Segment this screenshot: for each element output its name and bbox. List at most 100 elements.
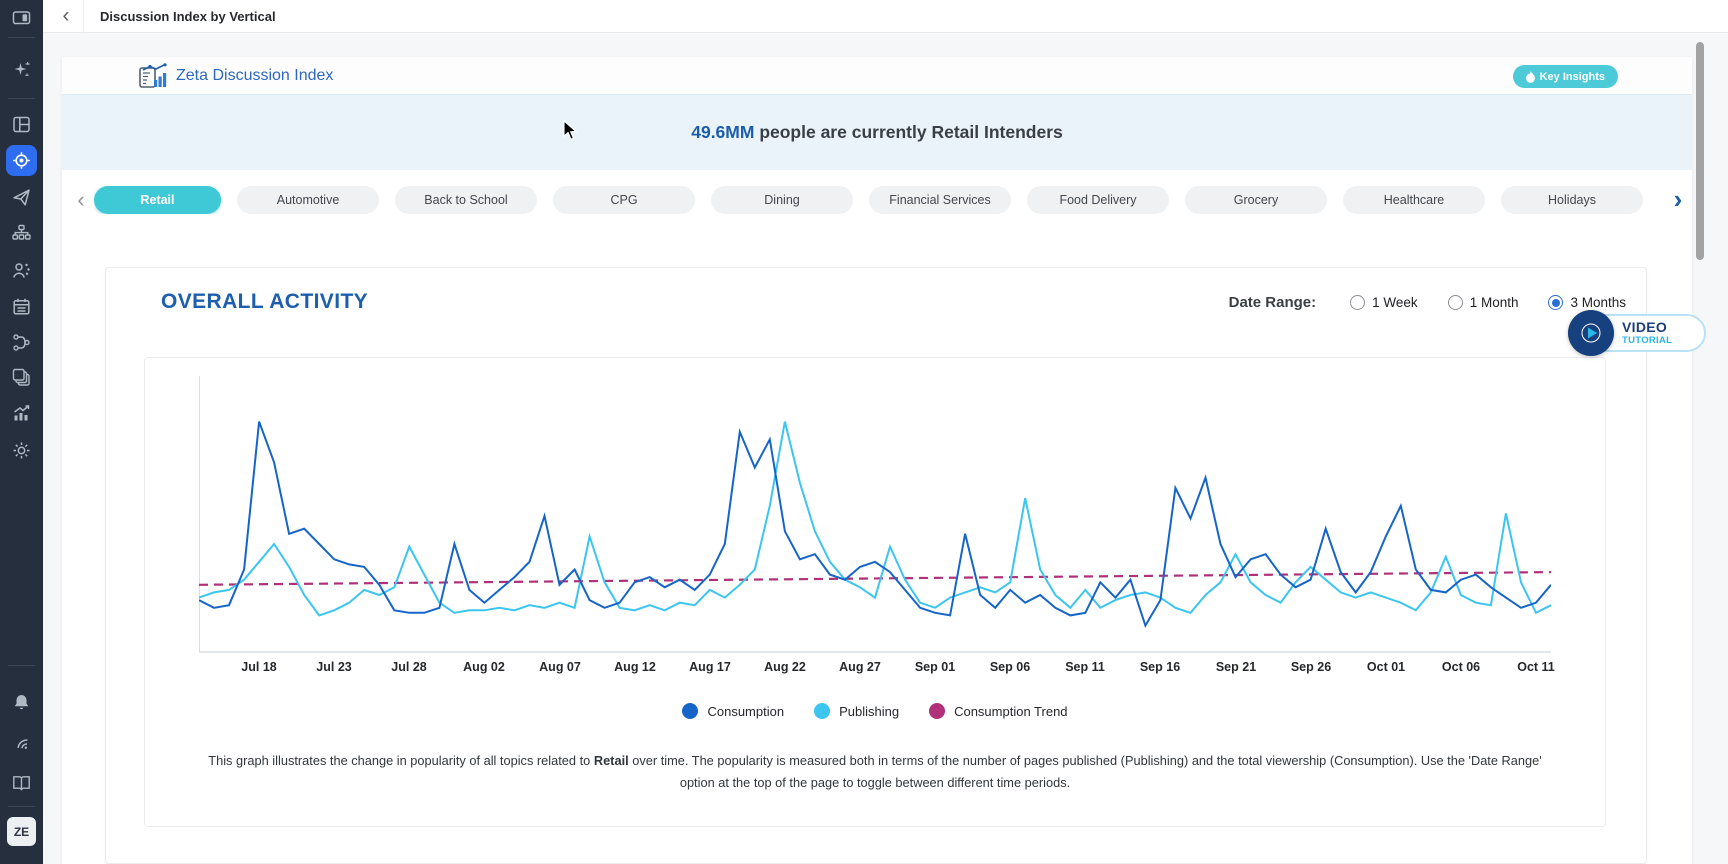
tab-automotive[interactable]: Automotive bbox=[237, 186, 379, 214]
signal-icon[interactable] bbox=[12, 733, 31, 752]
radio-label: 1 Month bbox=[1470, 295, 1519, 310]
chart-legend: Consumption Publishing Consumption Trend bbox=[145, 703, 1605, 719]
intenders-text: people are currently Retail Intenders bbox=[754, 122, 1062, 142]
radio-circle[interactable] bbox=[1350, 295, 1365, 310]
x-tick-label: Aug 02 bbox=[463, 660, 505, 674]
sparkles-icon[interactable] bbox=[12, 60, 31, 79]
radio-label: 3 Months bbox=[1570, 295, 1626, 310]
x-tick-label: Jul 18 bbox=[241, 660, 276, 674]
legend-dot bbox=[682, 703, 698, 719]
x-tick-label: Sep 21 bbox=[1216, 660, 1256, 674]
x-tick-label: Sep 06 bbox=[990, 660, 1030, 674]
radio-1-week[interactable]: 1 Week bbox=[1350, 295, 1418, 310]
publishing-line bbox=[199, 422, 1551, 616]
intenders-count: 49.6MM bbox=[691, 122, 754, 142]
audience-icon[interactable] bbox=[12, 261, 31, 280]
x-tick-label: Jul 28 bbox=[391, 660, 426, 674]
send-icon[interactable] bbox=[12, 188, 31, 207]
top-bar: ‹ Discussion Index by Vertical bbox=[43, 0, 1728, 33]
x-tick-label: Jul 23 bbox=[316, 660, 351, 674]
legend-label: Consumption bbox=[707, 704, 784, 719]
page-title: Discussion Index by Vertical bbox=[100, 0, 276, 33]
bell-icon[interactable] bbox=[12, 693, 31, 712]
vertical-scrollbar[interactable] bbox=[1696, 42, 1704, 260]
tab-food-delivery[interactable]: Food Delivery bbox=[1027, 186, 1169, 214]
calendar-icon[interactable] bbox=[12, 297, 31, 316]
line-chart[interactable] bbox=[199, 376, 1551, 653]
radio-circle[interactable] bbox=[1448, 295, 1463, 310]
radio-3-months[interactable]: 3 Months bbox=[1548, 295, 1626, 310]
x-tick-label: Oct 01 bbox=[1367, 660, 1405, 674]
legend-label: Consumption Trend bbox=[954, 704, 1067, 719]
sidebar-divider bbox=[8, 37, 35, 38]
tab-grocery[interactable]: Grocery bbox=[1185, 186, 1327, 214]
overall-activity-title: OVERALL ACTIVITY bbox=[161, 290, 368, 314]
tab-dining[interactable]: Dining bbox=[711, 186, 853, 214]
flame-icon bbox=[1526, 71, 1535, 83]
tab-financial-services[interactable]: Financial Services bbox=[869, 186, 1011, 214]
play-button-icon[interactable] bbox=[1568, 310, 1614, 356]
branch-icon[interactable] bbox=[12, 333, 31, 352]
icon-sidebar: ZE bbox=[0, 0, 43, 864]
sidebar-toggle-icon[interactable] bbox=[12, 8, 31, 27]
x-tick-label: Oct 06 bbox=[1442, 660, 1480, 674]
tab-retail[interactable]: Retail bbox=[94, 186, 221, 214]
x-tick-label: Oct 11 bbox=[1517, 660, 1555, 674]
chart-description: This graph illustrates the change in pop… bbox=[203, 750, 1548, 794]
card-header: Zeta Discussion Index Key Insights bbox=[62, 57, 1692, 95]
legend-item-consumption: Consumption bbox=[682, 703, 784, 719]
dashboard-icon[interactable] bbox=[12, 115, 31, 134]
settings-icon[interactable] bbox=[12, 441, 31, 460]
radio-circle[interactable] bbox=[1548, 295, 1563, 310]
tabs-scroll-right-icon[interactable]: › bbox=[1666, 184, 1690, 214]
overall-activity-panel: OVERALL ACTIVITY Date Range: 1 Week 1 Mo… bbox=[105, 267, 1647, 864]
video-label: VIDEO bbox=[1622, 320, 1704, 335]
tab-cpg[interactable]: CPG bbox=[553, 186, 695, 214]
sidebar-divider bbox=[8, 98, 35, 99]
x-tick-label: Aug 17 bbox=[689, 660, 731, 674]
user-avatar[interactable]: ZE bbox=[7, 817, 36, 846]
x-axis-ticks: Jul 18 Jul 23 Jul 28 Aug 02 Aug 07 Aug 12 Aug … bbox=[199, 660, 1605, 678]
video-tutorial-badge[interactable]: VIDEO TUTORIAL bbox=[1568, 310, 1708, 356]
legend-dot bbox=[814, 703, 830, 719]
topbar-divider bbox=[83, 0, 84, 33]
app-title: Zeta Discussion Index bbox=[176, 57, 333, 95]
x-tick-label: Aug 22 bbox=[764, 660, 806, 674]
key-insights-button[interactable]: Key Insights bbox=[1513, 65, 1618, 88]
radio-1-month[interactable]: 1 Month bbox=[1448, 295, 1519, 310]
date-range-group: Date Range: 1 Week 1 Month 3 Months bbox=[1229, 294, 1626, 311]
zeta-discussion-index-logo bbox=[138, 63, 168, 89]
legend-item-consumption-trend: Consumption Trend bbox=[929, 703, 1067, 719]
legend-label: Publishing bbox=[839, 704, 899, 719]
vertical-tabs-row: ‹ Retail Automotive Back to School CPG Dinin… bbox=[62, 170, 1692, 230]
x-tick-label: Aug 27 bbox=[839, 660, 881, 674]
x-tick-label: Aug 07 bbox=[539, 660, 581, 674]
x-tick-label: Sep 16 bbox=[1140, 660, 1180, 674]
tab-back-to-school[interactable]: Back to School bbox=[395, 186, 537, 214]
tutorial-label: TUTORIAL bbox=[1622, 335, 1704, 346]
radio-label: 1 Week bbox=[1372, 295, 1418, 310]
x-tick-label: Aug 12 bbox=[614, 660, 656, 674]
vertical-tabs-strip: Retail Automotive Back to School CPG Dining F… bbox=[94, 186, 1662, 214]
tab-holidays[interactable]: Holidays bbox=[1501, 186, 1643, 214]
date-range-label: Date Range: bbox=[1229, 294, 1317, 311]
back-chevron-icon[interactable]: ‹ bbox=[55, 1, 77, 31]
x-tick-label: Sep 11 bbox=[1065, 660, 1105, 674]
chart-icon[interactable] bbox=[12, 404, 31, 423]
target-icon-active[interactable] bbox=[6, 145, 37, 176]
x-tick-label: Sep 26 bbox=[1291, 660, 1331, 674]
sidebar-divider bbox=[8, 806, 35, 807]
layers-icon[interactable] bbox=[12, 368, 31, 387]
key-insights-label: Key Insights bbox=[1540, 71, 1605, 83]
x-tick-label: Sep 01 bbox=[915, 660, 955, 674]
book-icon[interactable] bbox=[12, 773, 31, 792]
tab-healthcare[interactable]: Healthcare bbox=[1343, 186, 1485, 214]
intenders-banner: 49.6MM people are currently Retail Inten… bbox=[62, 95, 1692, 170]
activity-chart-card: Jul 18 Jul 23 Jul 28 Aug 02 Aug 07 Aug 12 Aug … bbox=[144, 357, 1606, 827]
tabs-scroll-left-icon[interactable]: ‹ bbox=[70, 186, 92, 214]
legend-item-publishing: Publishing bbox=[814, 703, 899, 719]
legend-dot bbox=[929, 703, 945, 719]
discussion-index-page: { "topbar": { "title": "Discussion Index… bbox=[0, 0, 1728, 864]
sidebar-divider bbox=[8, 665, 35, 666]
hierarchy-icon[interactable] bbox=[12, 224, 31, 243]
